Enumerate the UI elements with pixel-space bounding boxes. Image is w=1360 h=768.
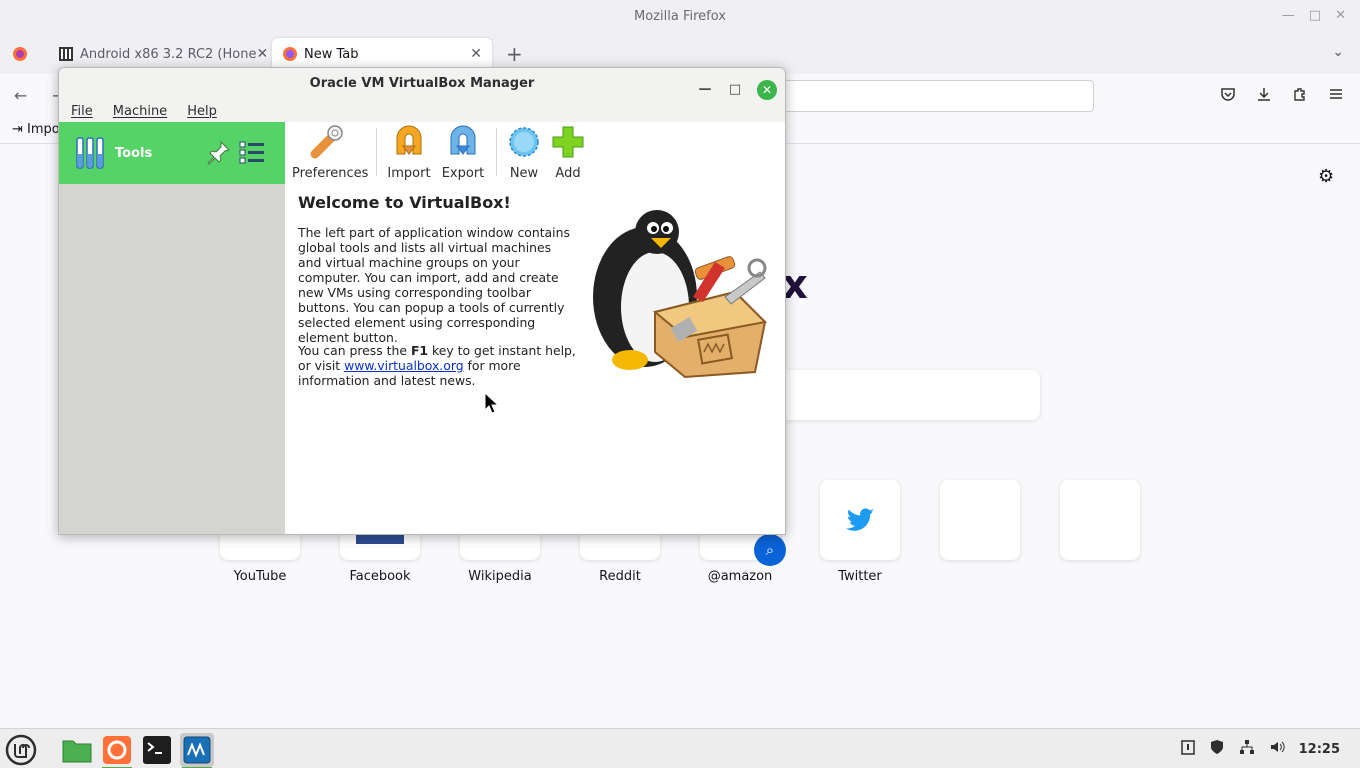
preferences-button[interactable]: Preferences xyxy=(292,124,368,181)
welcome-heading: Welcome to VirtualBox! xyxy=(298,193,511,212)
import-button[interactable]: Import xyxy=(386,124,432,181)
import-icon: ⇥ xyxy=(12,122,23,137)
start-menu-button[interactable] xyxy=(4,733,38,767)
import-label: Import xyxy=(387,166,431,181)
machine-list-pane[interactable]: Tools xyxy=(59,122,285,534)
list-icon[interactable] xyxy=(239,140,265,166)
window-title: Mozilla Firefox xyxy=(634,9,726,24)
add-label: Add xyxy=(555,166,581,181)
search-icon[interactable]: ⌕ xyxy=(754,534,786,566)
preferences-label: Preferences xyxy=(292,166,369,181)
clipboard-icon[interactable] xyxy=(1180,739,1195,759)
export-button[interactable]: Export xyxy=(440,124,486,181)
minimize-icon[interactable]: — xyxy=(1282,8,1295,23)
top-site-label[interactable]: Facebook xyxy=(320,569,440,584)
files-icon xyxy=(62,740,92,763)
tools-icon xyxy=(76,137,104,169)
terminal-icon xyxy=(143,736,171,764)
preferences-icon xyxy=(310,125,343,159)
menu-help[interactable]: Help xyxy=(187,104,217,119)
twitter-icon xyxy=(845,508,875,531)
f1-key: F1 xyxy=(410,343,429,358)
virtualbox-app[interactable] xyxy=(180,733,214,768)
files-app[interactable] xyxy=(60,733,94,767)
firefox-view-icon[interactable] xyxy=(12,46,28,66)
export-label: Export xyxy=(441,166,485,181)
tools-item[interactable]: Tools xyxy=(59,122,285,184)
top-site-tile-twitter[interactable] xyxy=(820,480,900,560)
newtab-search-input[interactable] xyxy=(760,370,1040,420)
welcome-paragraph-2: You can press the F1 key to get instant … xyxy=(298,343,578,388)
plus-icon xyxy=(552,126,584,158)
bookmark-label: Impo xyxy=(27,122,60,137)
welcome-text: You can press the xyxy=(298,343,411,358)
virtualbox-icon xyxy=(183,736,211,764)
import-icon xyxy=(396,125,422,155)
virtualbox-title: Oracle VM VirtualBox Manager xyxy=(309,76,535,91)
virtualbox-link[interactable]: www.virtualbox.org xyxy=(344,358,463,373)
maximize-icon[interactable]: □ xyxy=(727,74,743,106)
chevron-down-icon[interactable]: ⌄ xyxy=(1332,44,1344,60)
new-icon xyxy=(509,127,539,157)
menu-icon xyxy=(5,734,37,766)
global-toolbar: Preferences Import Export New Add xyxy=(285,122,785,182)
virtualbox-titlebar: Oracle VM VirtualBox Manager — □ ✕ xyxy=(59,68,785,100)
volume-icon[interactable] xyxy=(1269,739,1285,759)
close-icon[interactable]: ✕ xyxy=(1335,8,1346,23)
hamburger-menu-icon[interactable] xyxy=(1328,86,1344,106)
minimize-icon[interactable]: — xyxy=(697,74,713,106)
gear-icon[interactable]: ⚙ xyxy=(1318,166,1334,187)
mouse-cursor-icon xyxy=(484,392,500,414)
clock[interactable]: 12:25 xyxy=(1299,742,1340,757)
tab-new-tab[interactable]: New Tab ✕ xyxy=(272,38,492,70)
penguin-toolbox-illustration xyxy=(593,210,768,379)
taskbar: 12:25 xyxy=(0,728,1360,768)
close-icon[interactable]: ✕ xyxy=(757,80,777,100)
add-button[interactable]: Add xyxy=(548,124,588,181)
network-icon[interactable] xyxy=(1239,739,1255,759)
welcome-paragraph-1: The left part of application window cont… xyxy=(298,225,570,345)
firefox-app[interactable] xyxy=(100,733,134,768)
top-site-label[interactable]: Reddit xyxy=(560,569,680,584)
terminal-app[interactable] xyxy=(140,733,174,767)
firefox-icon xyxy=(103,736,131,764)
menu-machine[interactable]: Machine xyxy=(113,104,167,119)
shield-icon[interactable] xyxy=(1209,739,1225,759)
top-site-label[interactable]: @amazon xyxy=(680,569,800,584)
firefox-icon xyxy=(283,47,297,61)
top-site-label[interactable]: Twitter xyxy=(800,569,920,584)
top-site-tile-empty[interactable] xyxy=(1060,480,1140,560)
tab-close-icon[interactable]: ✕ xyxy=(256,46,266,62)
top-site-label[interactable]: YouTube xyxy=(200,569,320,584)
tab-label: New Tab xyxy=(304,46,359,62)
tab-close-icon[interactable]: ✕ xyxy=(470,46,482,62)
pin-icon[interactable] xyxy=(207,140,231,166)
new-tab-plus-icon[interactable]: + xyxy=(506,42,523,66)
tab-label: Android x86 3.2 RC2 (Hone xyxy=(80,46,257,62)
top-site-tile-empty[interactable] xyxy=(940,480,1020,560)
system-tray: 12:25 xyxy=(1180,739,1340,759)
pocket-icon[interactable] xyxy=(1220,86,1236,106)
site-favicon-icon xyxy=(59,47,73,61)
toolbar-separator xyxy=(376,128,377,176)
export-icon xyxy=(450,125,476,155)
tab-android[interactable]: Android x86 3.2 RC2 (Hone ✕ xyxy=(48,38,266,70)
toolbar-separator xyxy=(496,128,497,176)
virtualbox-window: Oracle VM VirtualBox Manager — □ ✕ File … xyxy=(58,67,786,535)
virtualbox-menubar: File Machine Help xyxy=(59,100,785,122)
url-bar[interactable] xyxy=(760,80,1094,112)
maximize-icon[interactable]: □ xyxy=(1309,8,1321,23)
firefox-titlebar: Mozilla Firefox — □ ✕ xyxy=(0,0,1360,34)
bookmark-import[interactable]: ⇥ Impo xyxy=(12,122,60,137)
top-site-label[interactable]: Wikipedia xyxy=(440,569,560,584)
new-label: New xyxy=(509,166,539,181)
details-pane: Preferences Import Export New Add Welcom… xyxy=(285,122,785,534)
menu-file[interactable]: File xyxy=(71,104,93,119)
extensions-icon[interactable] xyxy=(1292,86,1308,106)
download-icon[interactable] xyxy=(1256,86,1272,106)
tools-label: Tools xyxy=(115,146,153,161)
new-button[interactable]: New xyxy=(504,124,544,181)
back-arrow-icon[interactable]: ← xyxy=(14,86,27,105)
